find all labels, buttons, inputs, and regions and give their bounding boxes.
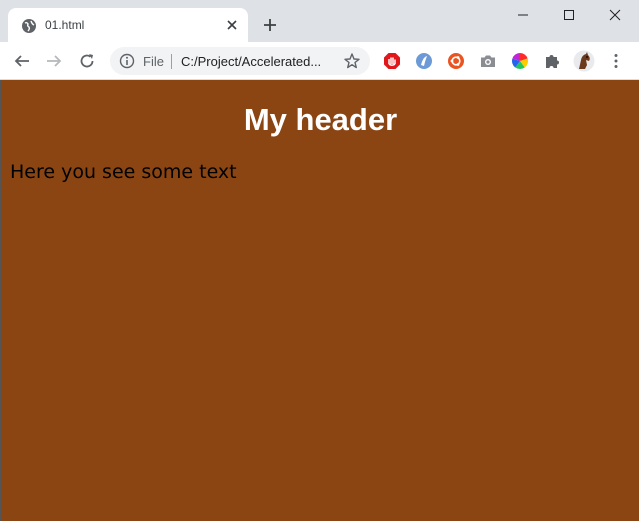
bookmark-star-icon[interactable] — [343, 52, 361, 70]
url-text[interactable]: C:/Project/Accelerated... — [181, 54, 341, 69]
close-tab-icon[interactable] — [224, 17, 240, 33]
globe-icon — [22, 19, 36, 33]
vpn-icon[interactable] — [415, 52, 433, 70]
address-bar[interactable]: File C:/Project/Accelerated... — [110, 47, 370, 75]
browser-toolbar: File C:/Project/Accelerated... — [0, 42, 639, 80]
back-arrow-icon[interactable] — [14, 53, 30, 69]
page-header: My header — [243, 102, 398, 137]
title-bar: 01.html — [0, 0, 639, 42]
forward-arrow-icon[interactable] — [46, 53, 62, 69]
color-wheel-icon[interactable] — [511, 52, 529, 70]
menu-kebab-icon[interactable] — [607, 52, 625, 70]
page-text: Here you see some text — [10, 161, 237, 183]
new-tab-icon[interactable] — [262, 17, 278, 33]
scheme-label: File — [143, 54, 164, 69]
minimize-icon — [518, 14, 528, 16]
puzzle-icon[interactable] — [543, 52, 561, 70]
profile-avatar-icon[interactable] — [573, 50, 595, 72]
ubuntu-icon[interactable] — [447, 52, 465, 70]
reload-icon[interactable] — [79, 53, 95, 69]
maximize-icon — [564, 10, 574, 20]
maximize-button[interactable] — [546, 0, 592, 30]
info-icon[interactable] — [119, 53, 135, 69]
camera-icon[interactable] — [479, 52, 497, 70]
tab-title: 01.html — [45, 18, 85, 32]
page-viewport: My header Here you see some text — [0, 80, 639, 521]
close-window-button[interactable] — [592, 0, 638, 30]
minimize-button[interactable] — [500, 0, 546, 30]
adblock-icon[interactable] — [383, 52, 401, 70]
close-icon — [609, 9, 621, 21]
browser-tab[interactable]: 01.html — [8, 8, 248, 42]
omnibox-divider — [171, 54, 172, 69]
